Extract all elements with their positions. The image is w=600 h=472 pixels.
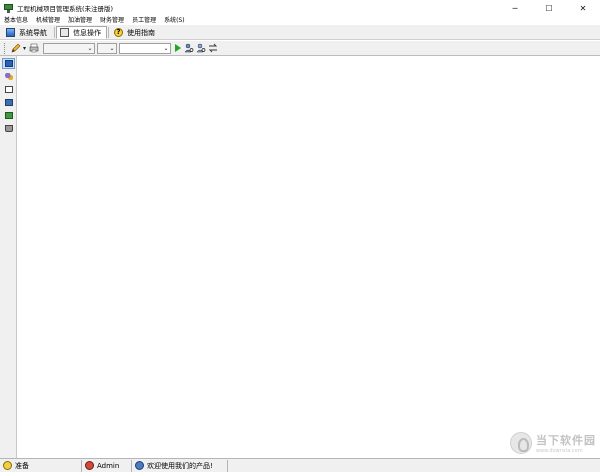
chevron-down-icon: ⌄ [87,44,93,52]
tab-user-guide[interactable]: ? 使用指南 [110,26,161,39]
chart-icon [4,112,13,119]
title-bar: 工程机械项目管理系统(未注册版) ─ ☐ ✕ [0,0,600,16]
chevron-down-icon: ⌄ [163,44,169,52]
status-welcome-text: 欢迎使用我们的产品! [147,461,213,470]
status-bar: 准备 Admin 欢迎使用我们的产品! [0,458,600,472]
chevron-down-icon: ⌄ [109,44,115,52]
app-icon [4,3,13,13]
left-sidebar [0,56,17,458]
menu-basic-info[interactable]: 基本信息 [0,16,32,25]
toolbar-grip[interactable] [4,42,7,54]
menu-bar: 基本信息 机械管理 加油管理 财务管理 员工管理 系统(S) [0,16,600,25]
navigation-icon [6,28,15,37]
sidebar-button-list[interactable] [2,84,15,95]
group-icon [135,461,144,470]
tab-bar: 系统导航 信息操作 ? 使用指南 [0,25,600,40]
info-panel-icon [60,28,69,37]
status-user-text: Admin [97,461,120,470]
tab-separator [108,27,109,38]
sidebar-button-users[interactable] [2,71,15,82]
watermark: 当下软件园 www.downxia.com [510,432,596,454]
minimize-button[interactable]: ─ [498,0,532,16]
toolbar-combo-1[interactable]: ⌄ [43,42,96,54]
status-ready-panel: 准备 [0,459,82,472]
tab-label: 信息操作 [73,28,101,37]
menu-finance-management[interactable]: 财务管理 [96,16,128,25]
status-message-panel: 欢迎使用我们的产品! [132,459,228,472]
status-ready-text: 准备 [15,461,29,470]
sidebar-button-document[interactable] [2,97,15,108]
users-icon [4,73,13,80]
maximize-button[interactable]: ☐ [532,0,566,16]
help-icon: ? [114,28,123,37]
menu-fuel-management[interactable]: 加油管理 [64,16,96,25]
watermark-url: www.downxia.com [536,448,583,454]
refresh-icon[interactable] [208,43,218,53]
sidebar-button-trash[interactable] [2,123,15,134]
toolbar: ▾ ⌄ ⌄ ⌄ [0,41,600,56]
list-icon [4,86,13,93]
tab-label: 使用指南 [127,28,155,37]
printer-icon[interactable] [29,43,39,53]
toolbar-combo-3[interactable]: ⌄ [119,42,172,54]
menu-machine-management[interactable]: 机械管理 [32,16,64,25]
window-controls: ─ ☐ ✕ [498,0,600,16]
chevron-down-icon[interactable]: ▾ [23,45,26,52]
tab-info-operation[interactable]: 信息操作 [56,26,107,39]
menu-staff-management[interactable]: 员工管理 [128,16,160,25]
watermark-logo-icon [510,432,532,454]
find-user-icon[interactable] [184,43,194,53]
window-title: 工程机械项目管理系统(未注册版) [17,5,114,13]
document-icon [4,99,13,106]
status-user-panel: Admin [82,459,132,472]
main-workspace[interactable] [18,56,600,458]
status-face-icon [3,461,12,470]
sidebar-button-monitor[interactable] [2,58,15,69]
search-user-icon[interactable] [196,43,206,53]
tab-system-navigation[interactable]: 系统导航 [2,26,53,39]
watermark-title: 当下软件园 [536,434,596,447]
close-button[interactable]: ✕ [566,0,600,16]
toolbar-combo-2[interactable]: ⌄ [97,42,118,54]
tab-separator [54,27,55,38]
trash-icon [4,125,13,132]
run-icon[interactable] [175,44,182,52]
monitor-icon [4,60,13,67]
menu-system[interactable]: 系统(S) [160,16,189,25]
pencil-icon[interactable] [11,43,21,53]
user-icon [85,461,94,470]
tab-label: 系统导航 [19,28,47,37]
sidebar-button-chart[interactable] [2,110,15,121]
